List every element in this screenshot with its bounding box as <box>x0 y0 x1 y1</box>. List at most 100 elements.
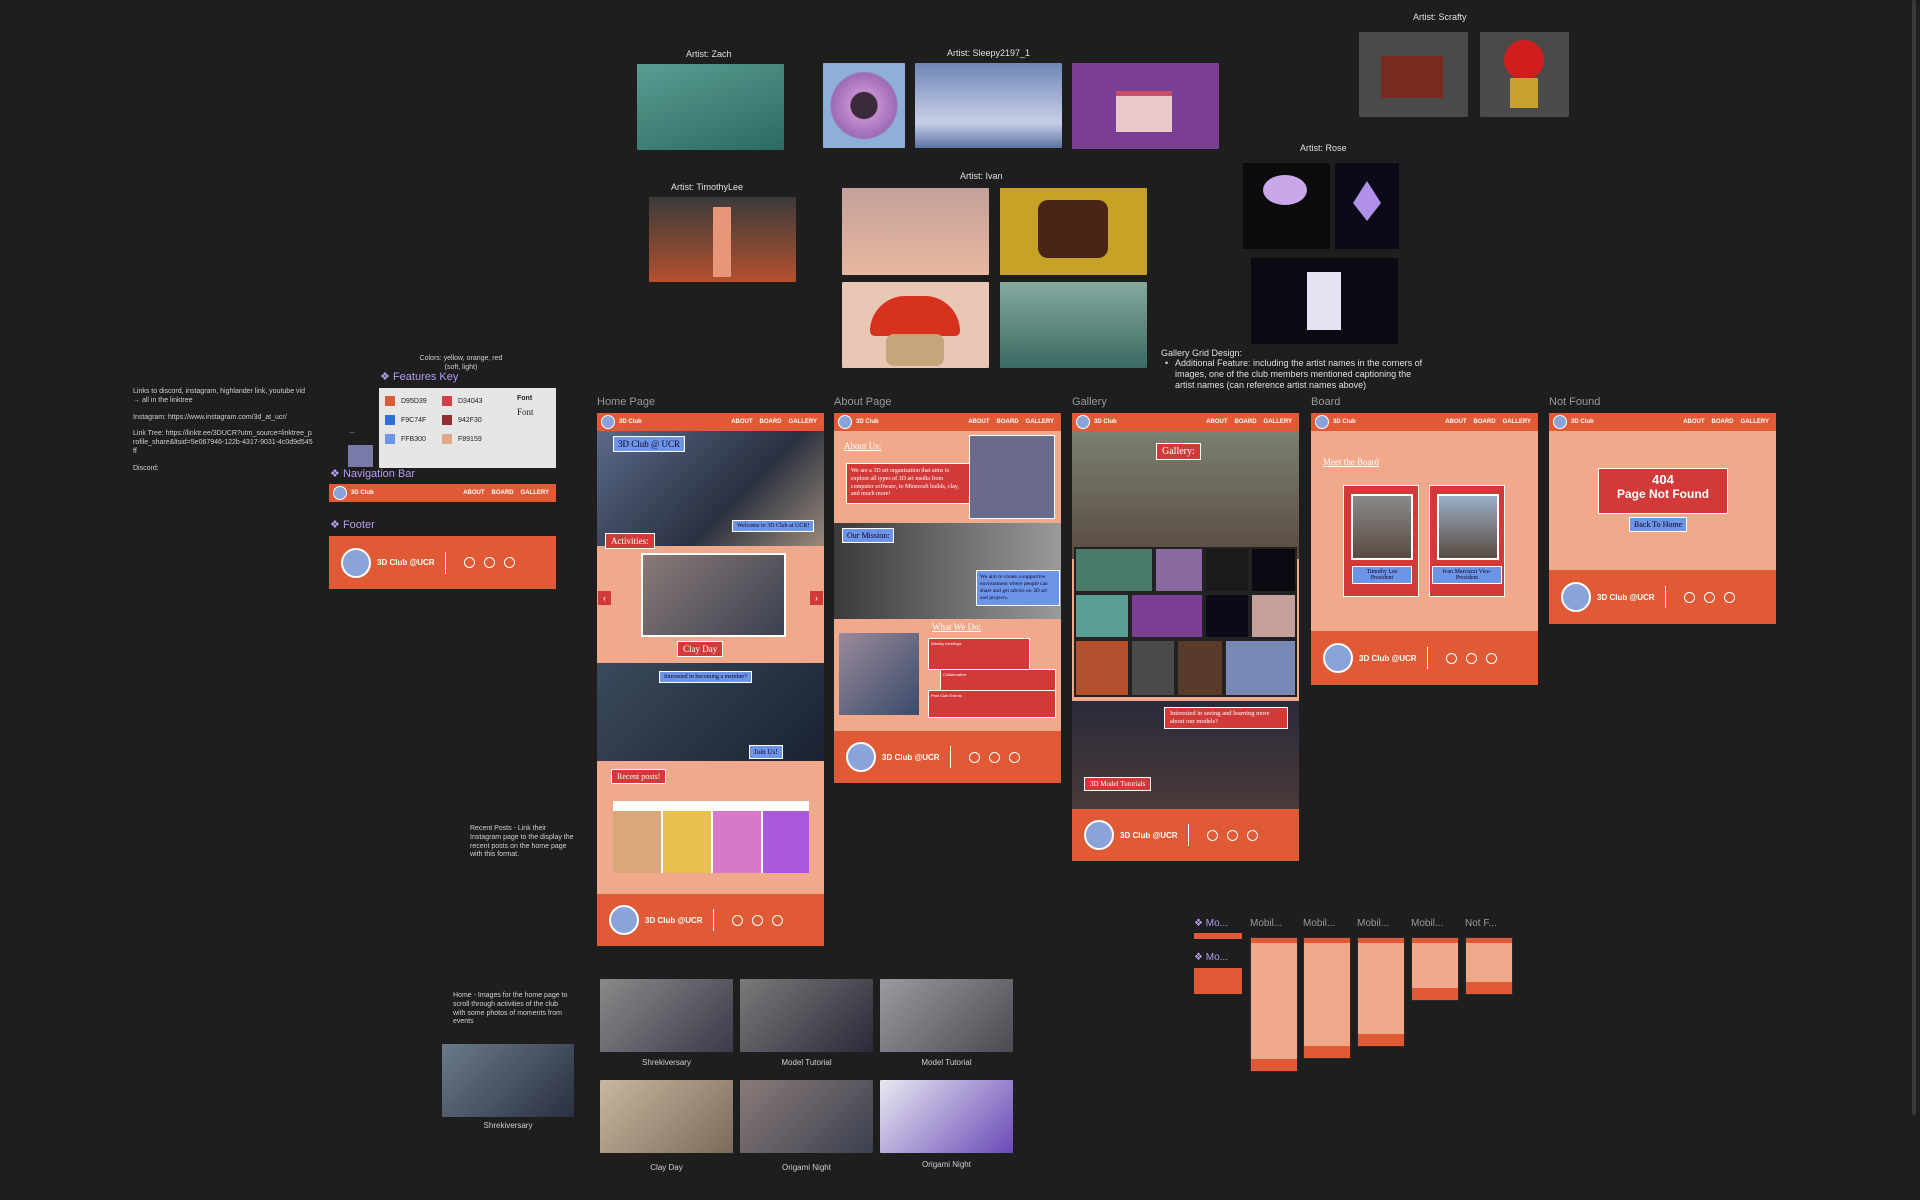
photo-6[interactable] <box>880 1080 1013 1153</box>
mobile-footer-component[interactable] <box>1194 968 1242 994</box>
back-home-button[interactable]: Back To Home <box>1629 517 1688 532</box>
mobile-component-1[interactable]: ❖ Mo... <box>1194 918 1228 929</box>
grid-chair[interactable] <box>1178 641 1222 695</box>
highlander-link-icon[interactable] <box>1207 829 1218 841</box>
discord-icon[interactable] <box>772 914 783 926</box>
mobile-about-frame[interactable] <box>1303 937 1351 1059</box>
render-cake-box[interactable] <box>1072 63 1219 149</box>
nav-gallery-link[interactable]: GALLERY <box>789 419 817 425</box>
club-logo-icon[interactable] <box>1076 415 1090 429</box>
photo-2[interactable] <box>740 979 873 1052</box>
nav-about-link[interactable]: ABOUT <box>1683 419 1704 425</box>
nav-board-link[interactable]: BOARD <box>1712 419 1734 425</box>
nav-board-link[interactable]: BOARD <box>492 490 514 496</box>
join-us-button[interactable]: Join Us! <box>749 745 783 759</box>
render-lamp[interactable] <box>842 188 989 275</box>
discord-icon[interactable] <box>1486 652 1497 664</box>
nav-gallery-link[interactable]: GALLERY <box>521 490 549 496</box>
post-thumb-1[interactable] <box>613 811 661 873</box>
render-pillar[interactable] <box>649 197 796 282</box>
carousel-prev-icon[interactable]: ‹ <box>598 591 611 605</box>
instagram-icon[interactable] <box>752 914 763 926</box>
nav-brand[interactable]: 3D Club <box>1094 419 1206 425</box>
highlander-link-icon[interactable] <box>1684 591 1695 603</box>
mobile-home-frame[interactable] <box>1250 937 1298 1072</box>
mobile-nav-component[interactable] <box>1194 933 1242 939</box>
render-crystal-gem[interactable] <box>1335 163 1399 249</box>
render-donut[interactable] <box>823 63 905 148</box>
discord-icon[interactable] <box>1247 829 1258 841</box>
grid-crystal[interactable] <box>1206 549 1248 591</box>
instagram-icon[interactable] <box>484 557 495 568</box>
nav-board-link[interactable]: BOARD <box>1235 419 1257 425</box>
render-crystal-tree[interactable] <box>1243 163 1330 249</box>
nav-about-link[interactable]: ABOUT <box>731 419 752 425</box>
render-snow-lamp[interactable] <box>915 63 1062 148</box>
nav-brand[interactable]: 3D Club <box>1571 419 1683 425</box>
nav-gallery-link[interactable]: GALLERY <box>1026 419 1054 425</box>
instagram-icon[interactable] <box>1466 652 1477 664</box>
nav-gallery-link[interactable]: GALLERY <box>1264 419 1292 425</box>
grid-lamp[interactable] <box>1252 595 1295 637</box>
post-thumb-3[interactable] <box>713 811 761 873</box>
render-chair[interactable] <box>1359 32 1468 117</box>
grid-cupcake[interactable] <box>1132 641 1174 695</box>
photo-4[interactable] <box>600 1080 733 1153</box>
highlander-link-icon[interactable] <box>732 914 743 926</box>
nav-board-link[interactable]: BOARD <box>997 419 1019 425</box>
render-choc-cake[interactable] <box>1000 188 1147 275</box>
photo-5[interactable] <box>740 1080 873 1153</box>
grid-snow[interactable] <box>1226 641 1295 695</box>
highlander-link-icon[interactable] <box>1446 652 1457 664</box>
mobile-component-2[interactable]: ❖ Mo... <box>1194 952 1228 963</box>
post-thumb-2[interactable] <box>663 811 711 873</box>
nav-about-link[interactable]: ABOUT <box>1206 419 1227 425</box>
grid-pillar[interactable] <box>1076 641 1128 695</box>
mobile-board-frame[interactable] <box>1411 937 1459 1001</box>
discord-icon[interactable] <box>504 557 515 568</box>
vertical-scrollbar[interactable] <box>1912 0 1916 1115</box>
highlander-link-icon[interactable] <box>464 557 475 568</box>
instagram-icon[interactable] <box>989 751 1000 763</box>
nav-about-link[interactable]: ABOUT <box>463 490 484 496</box>
post-thumb-4[interactable] <box>763 811 809 873</box>
carousel-next-icon[interactable]: › <box>810 591 823 605</box>
grid-house[interactable] <box>1076 595 1128 637</box>
highlander-link-icon[interactable] <box>969 751 980 763</box>
photo-3[interactable] <box>880 979 1013 1052</box>
club-logo-icon[interactable] <box>838 415 852 429</box>
nav-brand[interactable]: 3D Club <box>619 419 731 425</box>
grid-carton[interactable] <box>1252 549 1295 591</box>
render-cupcake[interactable] <box>1480 32 1569 117</box>
club-logo-icon[interactable] <box>333 486 347 500</box>
discord-icon[interactable] <box>1724 591 1735 603</box>
instagram-icon[interactable] <box>1227 829 1238 841</box>
nav-brand[interactable]: 3D Club <box>351 490 463 496</box>
nav-about-link[interactable]: ABOUT <box>968 419 989 425</box>
mobile-notfound-frame[interactable] <box>1465 937 1513 995</box>
nav-brand[interactable]: 3D Club <box>856 419 968 425</box>
nav-brand[interactable]: 3D Club <box>1333 419 1445 425</box>
grid-cake-box[interactable] <box>1132 595 1202 637</box>
nav-board-link[interactable]: BOARD <box>1474 419 1496 425</box>
club-logo-icon[interactable] <box>1315 415 1329 429</box>
nav-gallery-link[interactable]: GALLERY <box>1503 419 1531 425</box>
discord-icon[interactable] <box>1009 751 1020 763</box>
nav-about-link[interactable]: ABOUT <box>1445 419 1466 425</box>
grid-ship[interactable] <box>1076 549 1152 591</box>
features-key-card[interactable]: D95D39 D34043 F9C74F 942F30 FFB300 F8915… <box>379 388 556 468</box>
render-ship[interactable] <box>1000 282 1147 368</box>
nav-gallery-link[interactable]: GALLERY <box>1741 419 1769 425</box>
instagram-icon[interactable] <box>1704 591 1715 603</box>
render-zach-house[interactable] <box>637 64 784 150</box>
club-logo-icon[interactable] <box>1553 415 1567 429</box>
grid-donut[interactable] <box>1156 549 1202 591</box>
grid-gem[interactable] <box>1206 595 1248 637</box>
recent-posts-feed[interactable] <box>613 801 809 873</box>
activities-slide-image[interactable] <box>641 553 786 637</box>
render-mushroom[interactable] <box>842 282 989 368</box>
photo-shrekiversary-left[interactable] <box>442 1044 574 1117</box>
gallery-grid[interactable] <box>1074 547 1297 697</box>
render-milk-carton[interactable] <box>1251 258 1398 344</box>
thumbnail[interactable] <box>348 445 373 467</box>
